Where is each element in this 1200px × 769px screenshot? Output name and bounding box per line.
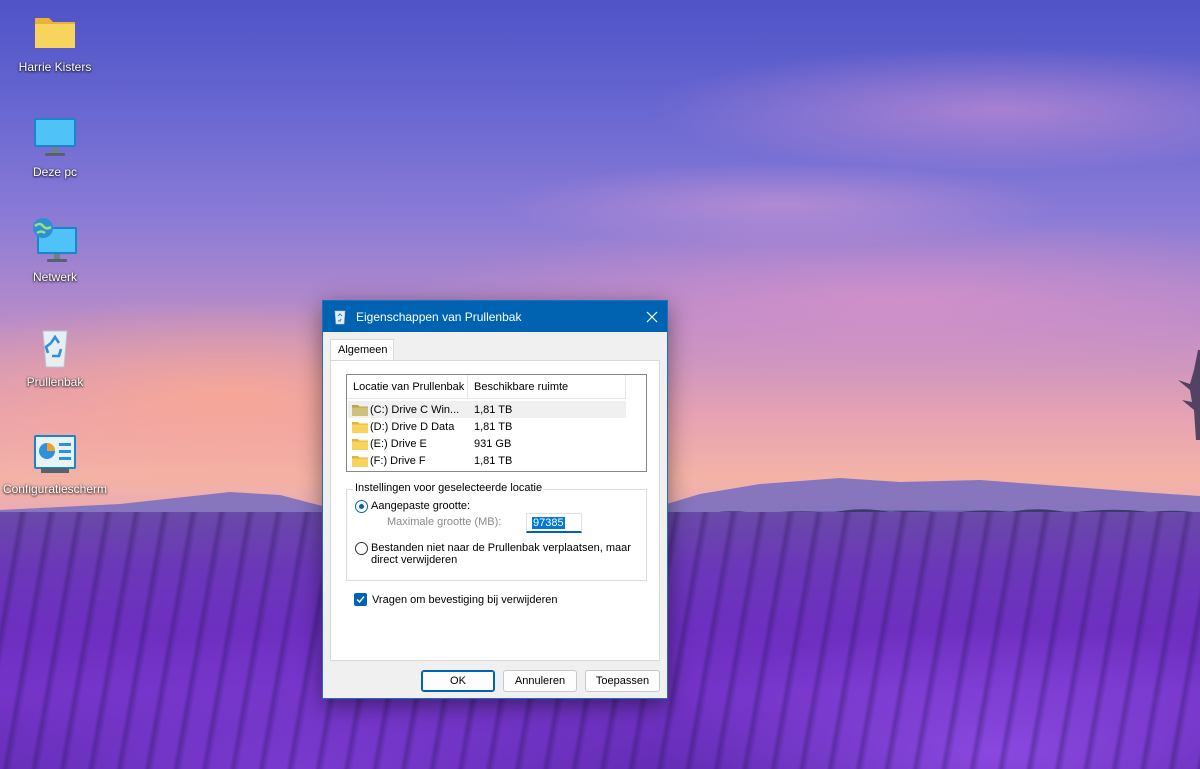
column-header-space[interactable]: Beschikbare ruimte — [468, 375, 626, 399]
confirm-delete-label: Vragen om bevestiging bij verwijderen — [372, 593, 558, 606]
drive-folder-icon — [352, 421, 368, 433]
desktop-icon-label: Netwerk — [32, 270, 77, 284]
close-icon — [646, 311, 658, 322]
list-item[interactable]: (F:) Drive F 1,81 TB — [348, 452, 626, 469]
desktop-icon-label: Deze pc — [32, 165, 78, 179]
location-name: (C:) Drive C Win... — [370, 403, 460, 416]
apply-button[interactable]: Toepassen — [585, 670, 660, 692]
available-space: 1,81 TB — [474, 403, 513, 416]
desktop-icon-deze-pc[interactable]: Deze pc — [0, 113, 110, 179]
delete-directly-label-line2: direct verwijderen — [371, 554, 458, 566]
max-size-label: Maximale grootte (MB): — [387, 516, 502, 528]
desktop-icon-label: Configuratiescherm — [2, 482, 108, 496]
delete-directly-label-line1: Bestanden niet naar de Prullenbak verpla… — [371, 542, 631, 554]
list-header: Locatie van Prullenbak Beschikbare ruimt… — [347, 375, 626, 399]
ok-button[interactable]: OK — [421, 670, 495, 692]
desktop-icon-configuratiescherm[interactable]: Configuratiescherm — [0, 430, 110, 496]
recycle-bin-properties-dialog: Eigenschappen van Prullenbak Algemeen Lo… — [322, 300, 668, 699]
desktop-icon-label: Prullenbak — [26, 375, 84, 389]
location-name: (F:) Drive F — [370, 454, 426, 467]
desktop-icon-harrie-kisters[interactable]: Harrie Kisters — [0, 8, 110, 74]
list-item[interactable]: (D:) Drive D Data 1,81 TB — [348, 418, 626, 435]
network-icon — [31, 218, 79, 266]
location-name: (E:) Drive E — [370, 437, 427, 450]
recycle-bin-icon — [334, 310, 346, 324]
available-space: 1,81 TB — [474, 454, 513, 467]
column-header-location[interactable]: Locatie van Prullenbak — [347, 375, 468, 399]
checkmark-icon — [356, 596, 365, 604]
group-legend: Instellingen voor geselecteerde locatie — [353, 482, 545, 494]
dialog-titlebar[interactable]: Eigenschappen van Prullenbak — [323, 301, 667, 332]
checkbox-indicator[interactable] — [354, 593, 367, 606]
list-item[interactable]: (E:) Drive E 931 GB — [348, 435, 626, 452]
custom-size-radio[interactable]: Aangepaste grootte: — [355, 500, 470, 513]
cancel-button[interactable]: Annuleren — [503, 670, 577, 692]
max-size-input[interactable]: 97385 — [526, 513, 582, 533]
delete-directly-radio[interactable]: Bestanden niet naar de Prullenbak verpla… — [355, 542, 631, 566]
drive-folder-icon — [352, 404, 368, 416]
tab-algemeen[interactable]: Algemeen — [330, 339, 394, 361]
custom-size-label: Aangepaste grootte: — [371, 500, 471, 512]
folder-icon — [31, 8, 79, 56]
radio-indicator[interactable] — [355, 500, 368, 513]
dialog-title: Eigenschappen van Prullenbak — [356, 309, 522, 324]
control-panel-icon — [31, 430, 79, 478]
delete-directly-label: Bestanden niet naar de Prullenbak verpla… — [371, 542, 631, 566]
max-size-value: 97385 — [532, 517, 565, 529]
confirm-delete-checkbox[interactable]: Vragen om bevestiging bij verwijderen — [354, 593, 557, 606]
recycle-bin-icon — [31, 323, 79, 371]
available-space: 931 GB — [474, 437, 512, 450]
tab-page-algemeen: Locatie van Prullenbak Beschikbare ruimt… — [330, 360, 660, 661]
location-settings-group: Instellingen voor geselecteerde locatie … — [346, 482, 647, 581]
close-button[interactable] — [637, 301, 667, 332]
wallpaper-tree — [1178, 350, 1200, 440]
drive-folder-icon — [352, 455, 368, 467]
available-space: 1,81 TB — [474, 420, 513, 433]
drive-folder-icon — [352, 438, 368, 450]
desktop-icon-prullenbak[interactable]: Prullenbak — [0, 323, 110, 389]
desktop-icon-netwerk[interactable]: Netwerk — [0, 218, 110, 284]
computer-icon — [31, 113, 79, 161]
radio-indicator[interactable] — [355, 542, 368, 555]
location-list[interactable]: Locatie van Prullenbak Beschikbare ruimt… — [346, 374, 647, 472]
desktop-icon-label: Harrie Kisters — [18, 60, 92, 74]
location-name: (D:) Drive D Data — [370, 420, 455, 433]
list-item[interactable]: (C:) Drive C Win... 1,81 TB — [348, 401, 626, 418]
